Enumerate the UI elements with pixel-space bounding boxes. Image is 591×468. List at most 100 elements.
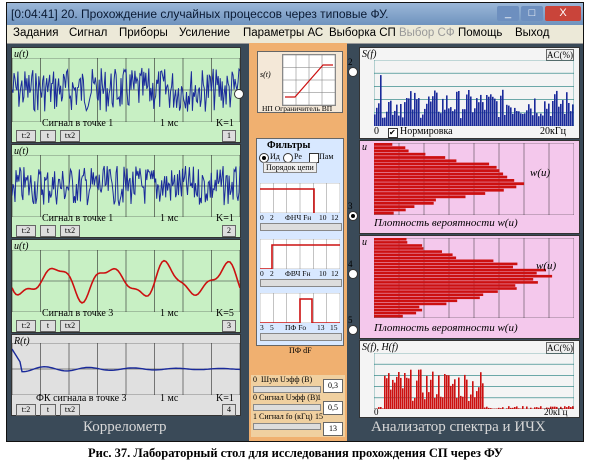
highpass-tick-1: 2 <box>270 269 274 278</box>
close-button[interactable]: X <box>545 6 581 21</box>
limiter-axis-label: s(t) <box>260 70 271 79</box>
noise-slider[interactable] <box>253 386 321 393</box>
menu-parametry-as[interactable]: Параметры АС <box>243 27 323 39</box>
panel-4-gain: K=1 <box>216 393 234 404</box>
point-4-number: 4 <box>348 259 353 269</box>
spectrum-1-x0: 0 <box>374 126 379 137</box>
signal-freq-hi: 15 <box>315 412 323 421</box>
point-2-radio[interactable] <box>348 67 358 77</box>
lowpass-slider[interactable] <box>260 223 342 231</box>
density-1-caption: Плотность вероятности w(u) <box>374 217 518 229</box>
panel-1-time-double-button[interactable]: tx2 <box>60 130 80 142</box>
panel-4-time-double-button[interactable]: tx2 <box>60 404 80 416</box>
panel-3-time-half-button[interactable]: t:2 <box>16 320 36 332</box>
panel-1-time-half-button[interactable]: t:2 <box>16 130 36 142</box>
menu-pomosh[interactable]: Помощь <box>458 27 502 39</box>
density-2-caption: Плотность вероятности w(u) <box>374 322 518 334</box>
signal-panel-1: u(t) Сигнал в точке 1 1 мс K=1 t:2 t tx2… <box>11 47 241 143</box>
highpass-slider[interactable] <box>260 279 342 287</box>
density-2-histogram <box>374 238 574 318</box>
panel-3-caption: Сигнал в точке 3 <box>42 308 114 319</box>
highpass-tick-0: 0 <box>260 269 264 278</box>
panel-4-channel-button[interactable]: 4 <box>222 404 236 416</box>
spectrum-1-xmax: 20кГц <box>540 126 566 137</box>
signal-trace-3 <box>12 250 240 312</box>
menu-bar: Задания Сигнал Приборы Усиление Параметр… <box>7 25 583 44</box>
density-panel-2: u w(u) Плотность вероятности w(u) <box>359 235 580 339</box>
signal-trace-2 <box>12 155 240 217</box>
panel-4-time-button[interactable]: t <box>40 404 56 416</box>
signal-freq-label: Сигнал fo (кГц) <box>259 412 313 421</box>
panel-2-time-button[interactable]: t <box>40 225 56 237</box>
panel-2-channel-button[interactable]: 2 <box>222 225 236 237</box>
spectrum-1-plot <box>374 60 574 126</box>
panel-4-time-half-button[interactable]: t:2 <box>16 404 36 416</box>
menu-signal[interactable]: Сигнал <box>69 27 107 39</box>
spectrum-panel-1: S(f) AC(%) 0 ✔ Нормировка 20кГц <box>359 47 580 139</box>
panel-3-time-button[interactable]: t <box>40 320 56 332</box>
panel-3-time-double-button[interactable]: tx2 <box>60 320 80 332</box>
point-3-radio[interactable] <box>348 211 358 221</box>
filters-title: Фильтры <box>267 140 311 151</box>
filter-ideal-label: Ид <box>270 152 280 161</box>
density-2-ylabel: u <box>362 237 367 248</box>
normalize-checkbox[interactable]: ✔ <box>388 128 398 138</box>
signal-level-lo: 0 <box>253 393 257 402</box>
density-1-wlabel: w(u) <box>530 167 551 179</box>
menu-vybor-sf: Выбор СФ <box>399 27 455 39</box>
signal-level-slider[interactable] <box>253 404 321 411</box>
correlation-trace <box>12 343 240 395</box>
highpass-label: ФВЧ Fн <box>285 269 311 278</box>
bandpass-slider[interactable] <box>260 333 342 341</box>
spectrum-panel-2: S(f), H(f) AC(%) 0 20кГц <box>359 340 580 418</box>
menu-usilenie[interactable]: Усиление <box>179 27 230 39</box>
signal-panel-2: u(t) Сигнал в точке 1 1 мс K=1 t:2 t tx2… <box>11 144 241 238</box>
bandpass-label: ПФ Fо <box>285 323 307 332</box>
point-5-number: 5 <box>348 315 353 325</box>
memory-label: Пам <box>319 152 334 161</box>
noise-lo: 0 <box>253 375 257 384</box>
panel-3-gain: K=5 <box>216 308 234 319</box>
panel-2-time-half-button[interactable]: t:2 <box>16 225 36 237</box>
noise-value[interactable]: 0,3 <box>323 379 343 393</box>
panel-3-time: 1 мс <box>160 308 179 319</box>
lowpass-label: ФНЧ Fн <box>285 213 312 222</box>
spectrum-2-x0: 0 <box>374 407 379 417</box>
lowpass-tick-3: 12 <box>331 213 339 222</box>
panel-3-channel-button[interactable]: 3 <box>222 320 236 332</box>
signal-level-value[interactable]: 0,5 <box>323 401 343 415</box>
highpass-filter-response <box>260 239 340 269</box>
point-5-radio[interactable] <box>348 325 358 335</box>
point-4-radio[interactable] <box>348 269 358 279</box>
filter-real-label: Ре <box>294 152 302 161</box>
panel-1-channel-button[interactable]: 1 <box>222 130 236 142</box>
point-3-number: 3 <box>348 201 353 211</box>
menu-zadaniya[interactable]: Задания <box>13 27 58 39</box>
bandpass-tick-2: 13 <box>317 323 325 332</box>
panel-1-gain: K=1 <box>216 118 234 129</box>
lowpass-tick-2: 10 <box>319 213 327 222</box>
minimize-button[interactable]: _ <box>497 6 519 21</box>
point-2-number: 2 <box>348 57 353 67</box>
signal-freq-slider[interactable] <box>253 423 321 430</box>
menu-vykhod[interactable]: Выход <box>515 27 549 39</box>
menu-vyborka-sp[interactable]: Выборка СП <box>329 27 396 39</box>
signal-panel-3: u(t) Сигнал в точке 3 1 мс K=5 t:2 t tx2… <box>11 239 241 333</box>
panel-1-time-button[interactable]: t <box>40 130 56 142</box>
panel-2-time-double-button[interactable]: tx2 <box>60 225 80 237</box>
title-bar: [0:04:41] 20. Прохождение случайных проц… <box>7 3 583 25</box>
filters-panel: Фильтры Ид Ре Пам Порядок цепи 0 2 ФНЧ F… <box>256 138 344 346</box>
menu-pribory[interactable]: Приборы <box>119 27 168 39</box>
source-params-panel: 0 Шум Uэфф (В) 0,3 0 Сигнал Uэфф (В) 1 0… <box>251 375 345 437</box>
maximize-button[interactable]: □ <box>521 6 543 21</box>
signal-freq-lo: 1 <box>253 412 257 421</box>
panel-4-caption: ФК сигнала в точке 3 <box>36 393 127 404</box>
correlometer-label: Коррелометр <box>83 419 167 435</box>
signal-freq-value[interactable]: 13 <box>323 422 343 436</box>
panel-1-caption: Сигнал в точке 1 <box>42 118 114 129</box>
point-1-radio[interactable] <box>234 89 244 99</box>
spectrum-2-ylabel: S(f), H(f) <box>362 342 399 353</box>
signal-level-hi: 1 <box>317 393 321 402</box>
noise-label: Шум Uэфф (В) <box>261 375 313 384</box>
filter-order-button[interactable]: Порядок цепи <box>263 162 317 173</box>
